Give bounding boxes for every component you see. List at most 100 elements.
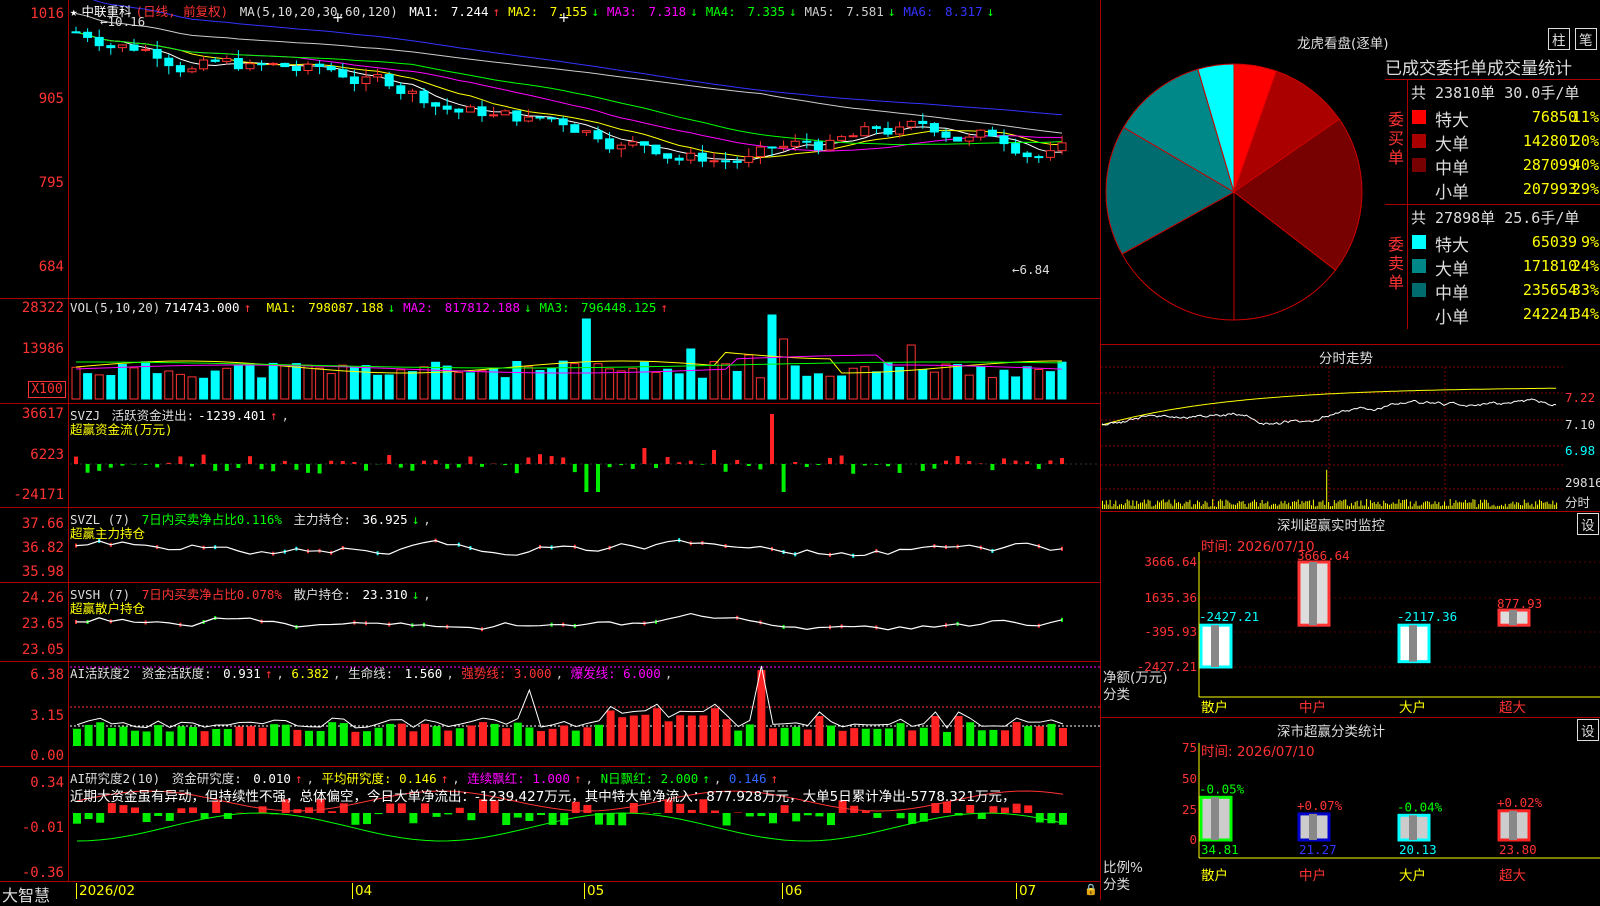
ma-arrow: ↑ xyxy=(660,300,668,315)
intraday-chart[interactable] xyxy=(1101,345,1600,511)
lock-icon[interactable]: 🔒 xyxy=(1084,883,1098,896)
candle xyxy=(327,67,335,70)
svsh-panel[interactable]: 24.26 23.65 23.05 SVSH (7) 7日内买卖净占比0.078… xyxy=(0,583,1100,662)
ai2-red: 连续飘红: 1.000 xyxy=(467,771,570,786)
intraday-vol-bar xyxy=(1104,505,1105,509)
candle xyxy=(710,161,718,162)
classify-category: 散户 xyxy=(1201,867,1228,884)
research-bar xyxy=(676,804,684,813)
flow-bar xyxy=(236,464,240,468)
flow-bar xyxy=(434,460,438,464)
candle xyxy=(350,77,358,84)
intraday-vol-bar xyxy=(1412,506,1413,509)
intraday-vol-bar xyxy=(1381,506,1382,509)
classify-panel[interactable]: 深市超赢分类统计 设 时间: 2026/07/10 7550250-0.05%3… xyxy=(1100,718,1600,900)
flow-bar xyxy=(503,464,507,465)
intraday-vol-bar xyxy=(1262,500,1263,509)
ai2-label: 资金研究度: xyxy=(172,771,242,786)
intraday-vol-bar xyxy=(1256,502,1257,509)
tick-view-button[interactable]: 笔 xyxy=(1575,28,1597,50)
intraday-vol-bar xyxy=(1146,504,1147,509)
volume-bar xyxy=(327,374,335,399)
volume-bar xyxy=(884,363,892,399)
volume-bar xyxy=(176,374,184,399)
ai1-label: 资金活跃度: xyxy=(142,666,212,681)
indicator-line xyxy=(76,614,1062,630)
intraday-panel[interactable]: 分时走势 7.22 7.10 6.98 29816 分时 xyxy=(1100,345,1600,512)
research-bar xyxy=(166,813,174,821)
ma-values: MA1: 7.244↑MA2: 7.155↓MA3: 7.318↓MA4: 7.… xyxy=(409,4,1002,19)
volume-bar xyxy=(988,378,996,399)
kline-chart[interactable]: ++ xyxy=(0,0,1100,298)
intraday-vol-bar xyxy=(1425,501,1426,509)
activity-bar xyxy=(1036,726,1044,746)
intraday-vol-bar xyxy=(1448,506,1449,509)
classify-bar-chart[interactable]: 7550250-0.05%34.81散户+0.07%21.27中户-0.04%2… xyxy=(1101,718,1600,900)
ma-line xyxy=(76,14,1062,134)
ma-item: MA2: 817812.188↓ xyxy=(403,300,535,315)
order-type: 中单 xyxy=(1435,279,1469,304)
volume-bar xyxy=(629,368,637,399)
intraday-vol-bar xyxy=(1391,504,1392,509)
intraday-vol-bar xyxy=(1404,500,1405,509)
candle xyxy=(269,63,277,64)
intraday-vol-bar xyxy=(1134,506,1135,509)
intraday-vol-bar xyxy=(1379,504,1380,509)
activity-bar xyxy=(282,725,290,746)
svzl-panel[interactable]: 37.66 36.82 35.98 SVZL (7) 7日内买卖净占比0.116… xyxy=(0,508,1100,583)
activity-bar xyxy=(85,725,93,746)
ma-label: MA1: xyxy=(409,4,447,19)
ma-value: 7.581 xyxy=(846,4,884,19)
intraday-vol-bar xyxy=(1533,507,1534,509)
ai-activity-panel[interactable]: 6.38 3.15 0.00 AI活跃度2 资金活跃度: 0.931↑, 6.3… xyxy=(0,662,1100,767)
intraday-vol-bar xyxy=(1151,507,1152,509)
research-bar xyxy=(375,813,383,814)
flow-bar xyxy=(619,464,623,465)
kline-panel[interactable]: 1016 905 795 684 ++ ★中联重科(日线, 前复权) MA(5,… xyxy=(0,0,1100,299)
intraday-vol-bar xyxy=(1408,506,1409,509)
dragon-panel[interactable]: 龙虎看盘(逐单) 柱 笔 已成交委托单成交量统计 委买单 共 23810单 30… xyxy=(1100,0,1600,345)
legend-swatch xyxy=(1412,307,1426,321)
monitor-bar-chart[interactable]: 3666.641635.36-395.93-2427.21-2427.21散户3… xyxy=(1101,512,1600,717)
flow-bar xyxy=(120,464,124,466)
column-view-button[interactable]: 柱 xyxy=(1548,28,1570,50)
flow-bar xyxy=(1025,461,1029,464)
ai-research-panel[interactable]: 0.34 -0.01 -0.36 AI研究度2(10) 资金研究度: 0.010… xyxy=(0,767,1100,881)
intraday-vol-bar xyxy=(1370,500,1371,509)
candle xyxy=(548,118,556,119)
brand-logo[interactable]: 大智慧 xyxy=(2,882,50,906)
activity-bar xyxy=(688,716,696,746)
order-pie-chart[interactable] xyxy=(1104,62,1384,342)
flow-bar xyxy=(399,464,403,468)
order-percent: 24% xyxy=(1561,257,1599,275)
svzj-panel[interactable]: 36617 6223 -24171 SVZJ 活跃资金进出:-1239.401↑… xyxy=(0,404,1100,508)
monitor-panel[interactable]: 深圳超赢实时监控 设 时间: 2026/07/10 3666.641635.36… xyxy=(1100,512,1600,718)
activity-bar xyxy=(525,727,533,746)
intraday-vol-bar xyxy=(1402,500,1403,509)
activity-bar xyxy=(444,731,452,746)
volume-bar xyxy=(211,371,219,399)
volume-bar xyxy=(965,375,973,399)
intraday-vol-bar xyxy=(1258,507,1259,509)
volume-panel[interactable]: 28322 13986 X100 VOL(5,10,20)714743.000↑… xyxy=(0,299,1100,404)
activity-bar xyxy=(560,726,568,746)
intraday-vol-bar xyxy=(1488,503,1489,509)
order-percent: 20% xyxy=(1561,132,1599,150)
activity-bar xyxy=(966,722,974,746)
flow-bar xyxy=(793,462,797,464)
monitor-bar-shade xyxy=(1309,562,1317,625)
ma-arrow: ↓ xyxy=(987,4,995,19)
intraday-vol-bar xyxy=(1397,504,1398,509)
research-bar xyxy=(583,805,591,813)
research-bar xyxy=(1047,813,1055,823)
intraday-vol-bar xyxy=(1279,504,1280,509)
star-icon[interactable]: ★ xyxy=(70,4,78,19)
volume-bar xyxy=(687,349,695,399)
intraday-vol-bar xyxy=(1528,503,1529,509)
flow-bar xyxy=(584,464,588,492)
volume-bar xyxy=(165,371,173,399)
intraday-vol-bar xyxy=(1351,503,1352,509)
candle xyxy=(664,154,672,158)
flow-bar xyxy=(294,464,298,470)
monitor-value: -2117.36 xyxy=(1397,609,1457,624)
